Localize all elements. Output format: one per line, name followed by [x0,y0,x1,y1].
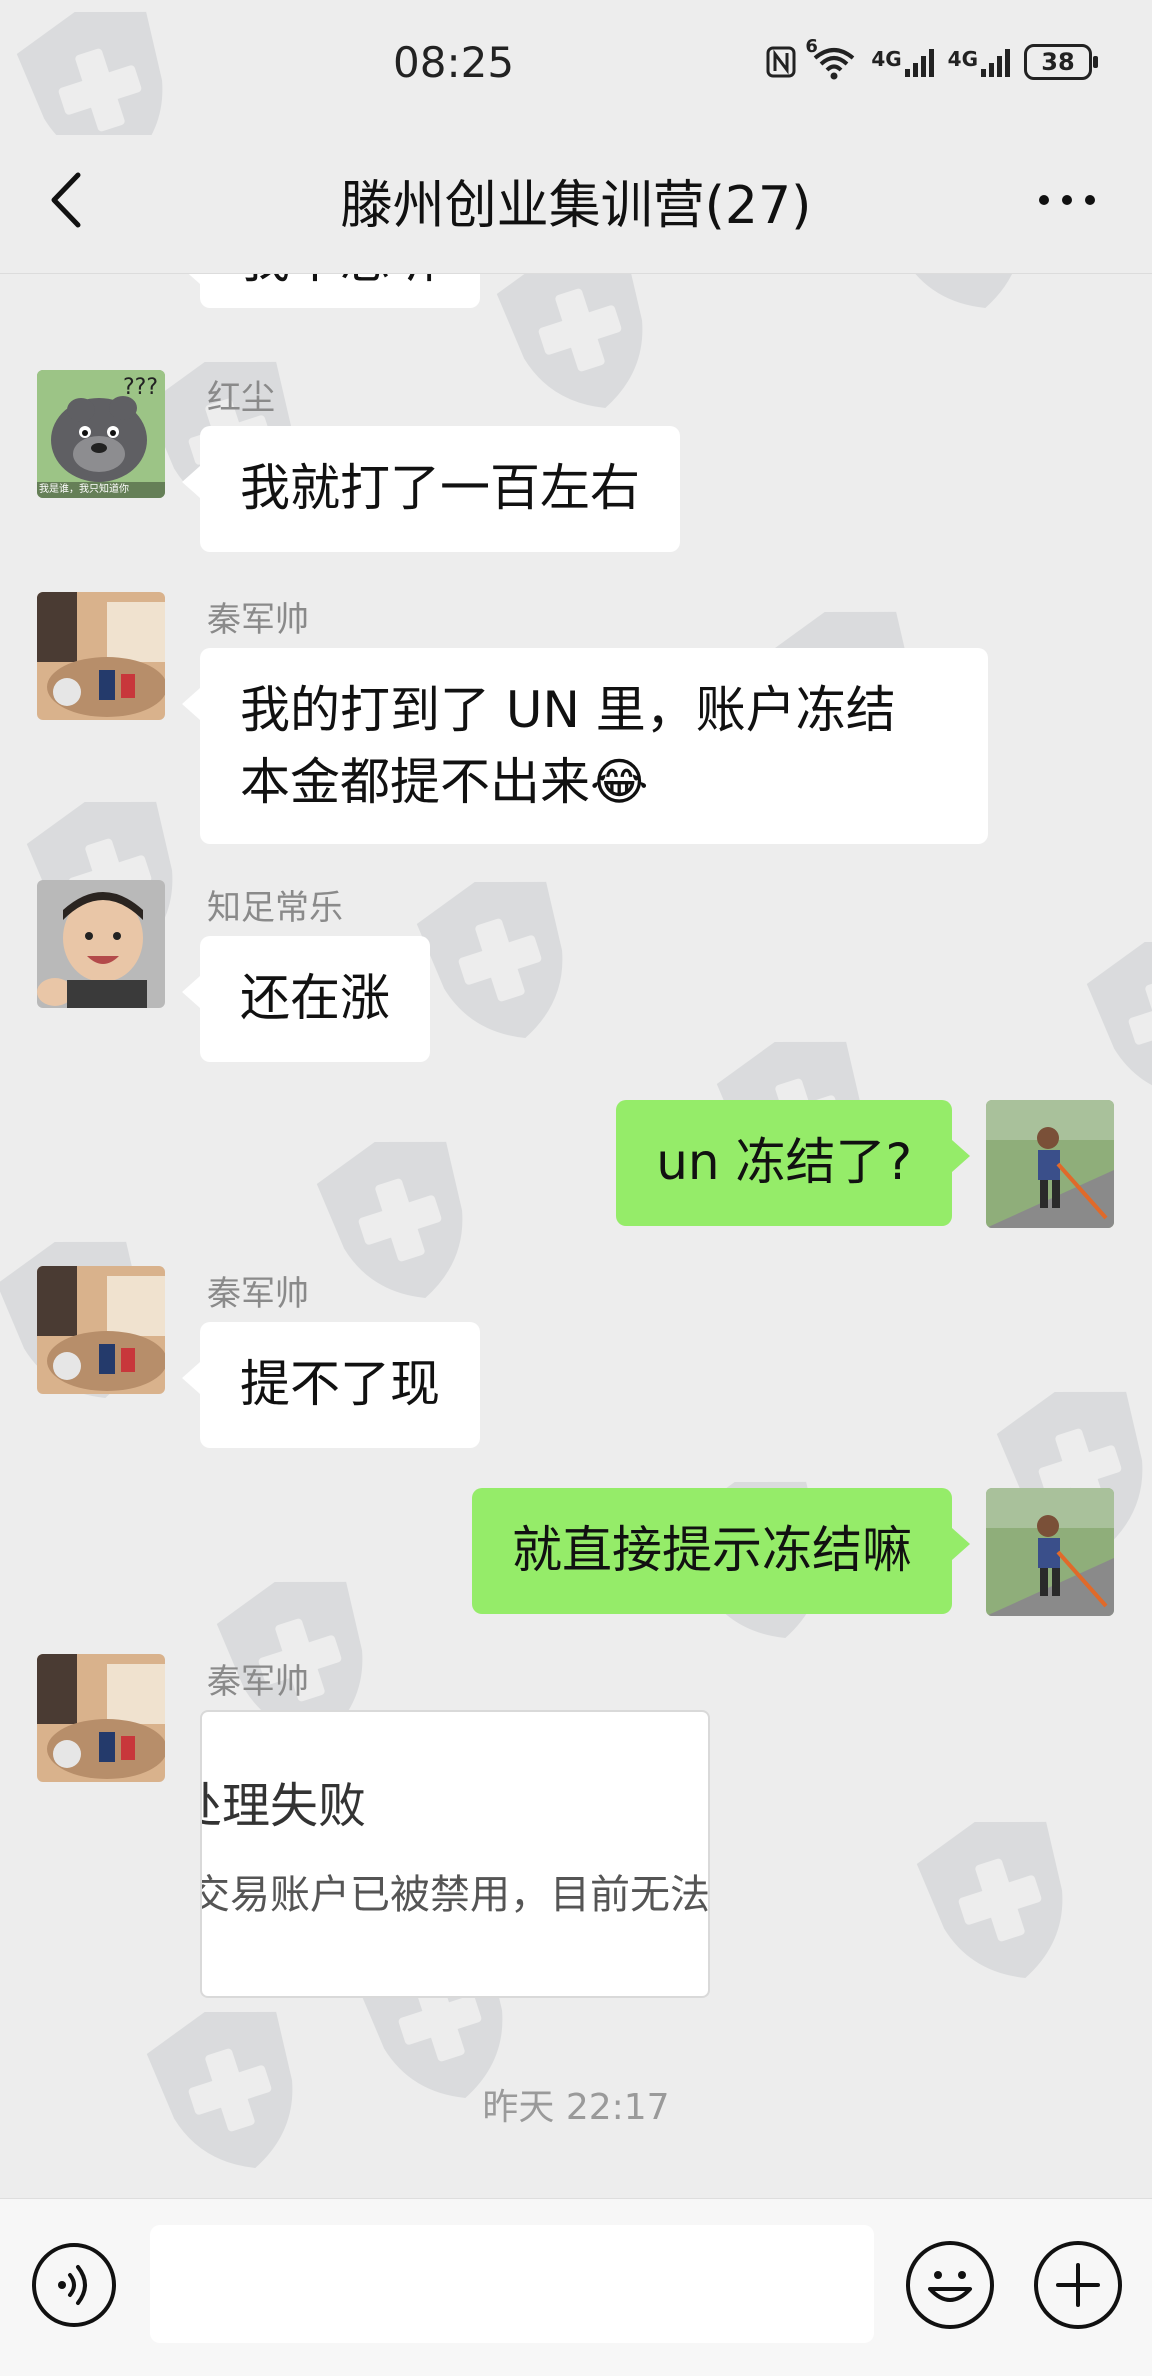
sender-name: 知足常乐 [207,888,343,928]
voice-icon [58,2265,87,2305]
message-item: 秦军帅 我的打到了 UN 里，账户冻结 本金都提不出来😂 [0,592,1152,852]
baby-photo-avatar-image [37,880,165,1008]
card-title: 处理失败 [202,1778,367,1834]
message-item: 秦军帅 处理失败 交易账户已被禁用，目前无法 [0,1654,1152,1998]
wifi-icon: 6 [805,36,857,80]
my-avatar[interactable] [986,1100,1114,1228]
message-item: 知足常乐 还在涨 [0,880,1152,1062]
message-item: 秦军帅 提不了现 [0,1266,1152,1448]
sender-name: 秦军帅 [207,1662,309,1702]
cell-signal-1: 4G [871,47,934,77]
message-text-line-1: 我的打到了 UN 里，账户冻结 [240,681,896,739]
emoji-icon [928,2271,972,2302]
message-bubble[interactable]: 我不总听 [182,274,480,308]
sender-name: 秦军帅 [207,1274,309,1314]
avatar[interactable]: ??? 我是谁，我只知道你 [37,370,165,498]
message-text: un 冻结了? [656,1133,912,1191]
message-text: 提不了现 [240,1355,440,1413]
svg-text:???: ??? [123,375,158,400]
nfc-icon [766,46,796,78]
message-bubble[interactable]: un 冻结了? [616,1100,970,1226]
message-text: 我不总听 [240,274,440,289]
avatar[interactable] [37,592,165,720]
card-body: 交易账户已被禁用，目前无法 [200,1872,710,1918]
message-timestamp: 昨天 22:17 [482,2087,670,2128]
room-photo-avatar-image [37,1654,165,1782]
message-bubble[interactable]: 就直接提示冻结嘛 [472,1488,970,1614]
my-avatar[interactable] [986,1488,1114,1616]
message-item: un 冻结了? [0,1100,1152,1230]
status-time: 08:25 [393,38,515,87]
message-item: ??? 我是谁，我只知道你 红尘 我就打了一百左右 [0,370,1152,552]
message-text: 还在涨 [240,969,390,1027]
battery-indicator: 38 [1024,44,1098,80]
message-item: 就直接提示冻结嘛 [0,1488,1152,1618]
avatar[interactable] [37,1266,165,1394]
plus-icon [1056,2263,1100,2307]
more-functions-button[interactable] [1034,2241,1122,2329]
message-list[interactable]: 我不总听 ??? 我是谁，我只知道你 红尘 [0,274,1152,2198]
status-bar: 08:25 6 4G 4G 38 [0,0,1152,135]
status-icons: 6 4G 4G 38 [765,36,1098,80]
chat-screen: 08:25 6 4G 4G 38 滕州创业集训营(27) ??? 我是谁，我只知… [0,0,1152,2376]
room-photo-avatar-image [37,1266,165,1394]
emoji-button[interactable] [906,2241,994,2329]
child-photo-avatar-image [986,1100,1114,1228]
chat-title: 滕州创业集训营(27) [340,176,812,236]
message-bubble[interactable]: 我的打到了 UN 里，账户冻结 本金都提不出来😂 [182,648,988,844]
cell-signal-1-label: 4G [871,47,902,71]
battery-level: 38 [1041,48,1075,76]
wifi-badge: 6 [805,36,818,57]
chat-header: 滕州创业集训营(27) [0,135,1152,274]
cell-signal-2: 4G [948,47,1010,77]
message-bubble[interactable]: 我就打了一百左右 [182,426,680,552]
message-text: 就直接提示冻结嘛 [512,1521,912,1579]
sender-name: 秦军帅 [207,600,309,640]
voice-input-button[interactable] [32,2243,116,2327]
sender-name: 红尘 [207,378,275,418]
image-message-screenshot[interactable]: 处理失败 交易账户已被禁用，目前无法 [200,1710,710,1998]
cell-signal-2-label: 4G [947,47,978,71]
signal-bars-icon [981,49,1010,77]
message-bubble[interactable]: 提不了现 [182,1322,480,1448]
room-photo-avatar-image [37,592,165,720]
message-input[interactable] [150,2225,874,2343]
signal-bars-icon [904,49,934,77]
cartoon-avatar-image: ??? [37,370,165,498]
message-item: 我不总听 [0,274,1152,334]
avatar[interactable] [37,1654,165,1782]
more-dots-icon [1039,195,1095,205]
avatar-caption: 我是谁，我只知道你 [39,484,129,495]
input-bar [0,2198,1152,2376]
child-photo-avatar-image [986,1488,1114,1616]
message-bubble[interactable]: 还在涨 [182,936,430,1062]
avatar[interactable] [37,880,165,1008]
more-options-button[interactable] [1032,175,1102,225]
message-text-line-2: 本金都提不出来😂 [240,753,649,811]
message-text: 我就打了一百左右 [240,459,640,517]
